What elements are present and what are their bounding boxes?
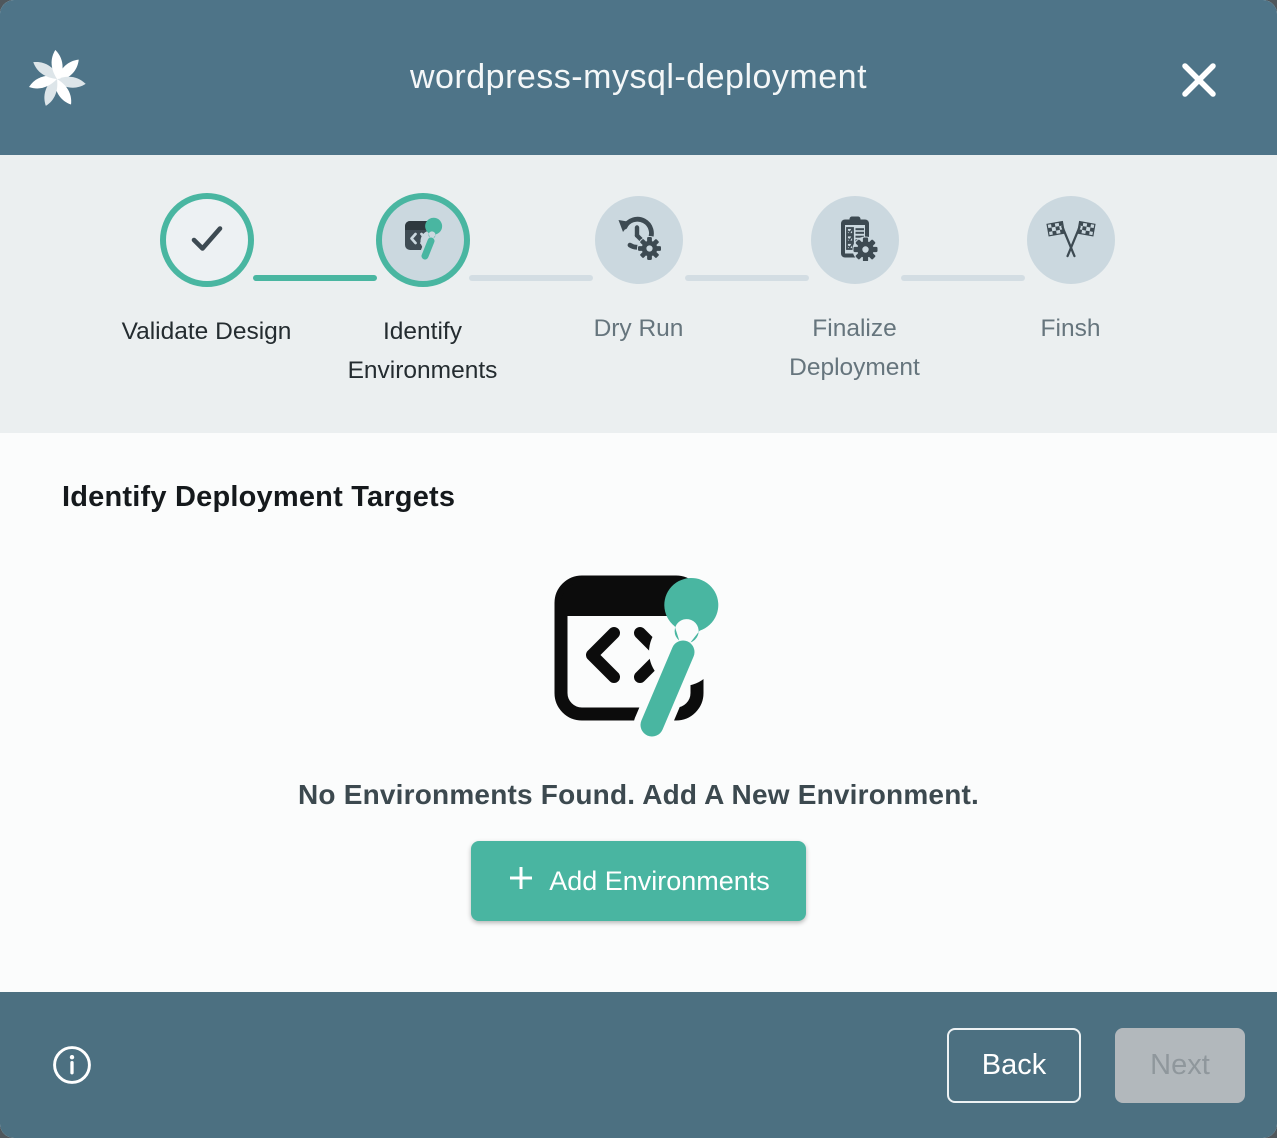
step-dry-run-circle[interactable] xyxy=(595,196,683,284)
page-title: Identify Deployment Targets xyxy=(62,481,1215,514)
plus-icon xyxy=(507,864,535,899)
step-finalize-deployment-circle[interactable] xyxy=(811,196,899,284)
check-icon xyxy=(183,214,231,267)
step-label: Dry Run xyxy=(594,309,684,348)
deployment-wizard-modal: wordpress-mysql-deployment Validate Des xyxy=(0,0,1277,1138)
info-icon[interactable] xyxy=(50,1043,94,1087)
step-finalize-deployment: Finalize Deployment xyxy=(747,193,963,390)
pinwheel-logo-icon xyxy=(28,50,86,108)
step-connector xyxy=(685,275,809,281)
close-icon[interactable] xyxy=(1177,58,1221,102)
back-button[interactable]: Back xyxy=(947,1028,1081,1103)
step-dry-run: Dry Run xyxy=(531,193,747,390)
code-window-wrench-icon xyxy=(400,215,446,266)
empty-state-message: No Environments Found. Add A New Environ… xyxy=(62,779,1215,811)
step-label: Identify Environments xyxy=(335,312,510,390)
modal-footer: Back Next xyxy=(0,992,1277,1138)
step-label: Finsh xyxy=(1041,309,1101,348)
step-identify-environments-circle[interactable] xyxy=(376,193,470,287)
clipboard-gear-icon xyxy=(832,215,878,266)
step-connector xyxy=(469,275,593,281)
step-label: Validate Design xyxy=(122,312,292,351)
modal-title: wordpress-mysql-deployment xyxy=(0,58,1277,97)
add-environments-label: Add Environments xyxy=(549,866,770,897)
step-validate-design: Validate Design xyxy=(99,193,315,390)
step-connector xyxy=(253,275,377,281)
step-label: Finalize Deployment xyxy=(767,309,942,387)
step-finish-circle[interactable] xyxy=(1027,196,1115,284)
step-connector xyxy=(901,275,1025,281)
step-identify-environments: Identify Environments xyxy=(315,193,531,390)
step-validate-design-circle[interactable] xyxy=(160,193,254,287)
checkered-flags-icon xyxy=(1046,215,1096,266)
dry-run-history-gear-icon xyxy=(616,215,662,266)
step-finish: Finsh xyxy=(963,193,1179,390)
wizard-body: Identify Deployment Targets No Environme… xyxy=(0,433,1277,992)
next-button[interactable]: Next xyxy=(1115,1028,1245,1103)
wizard-stepper: Validate Design xyxy=(0,155,1277,433)
add-environments-button[interactable]: Add Environments xyxy=(471,841,806,921)
empty-state: No Environments Found. Add A New Environ… xyxy=(62,574,1215,921)
modal-header: wordpress-mysql-deployment xyxy=(0,0,1277,155)
code-window-wrench-icon xyxy=(553,574,725,737)
